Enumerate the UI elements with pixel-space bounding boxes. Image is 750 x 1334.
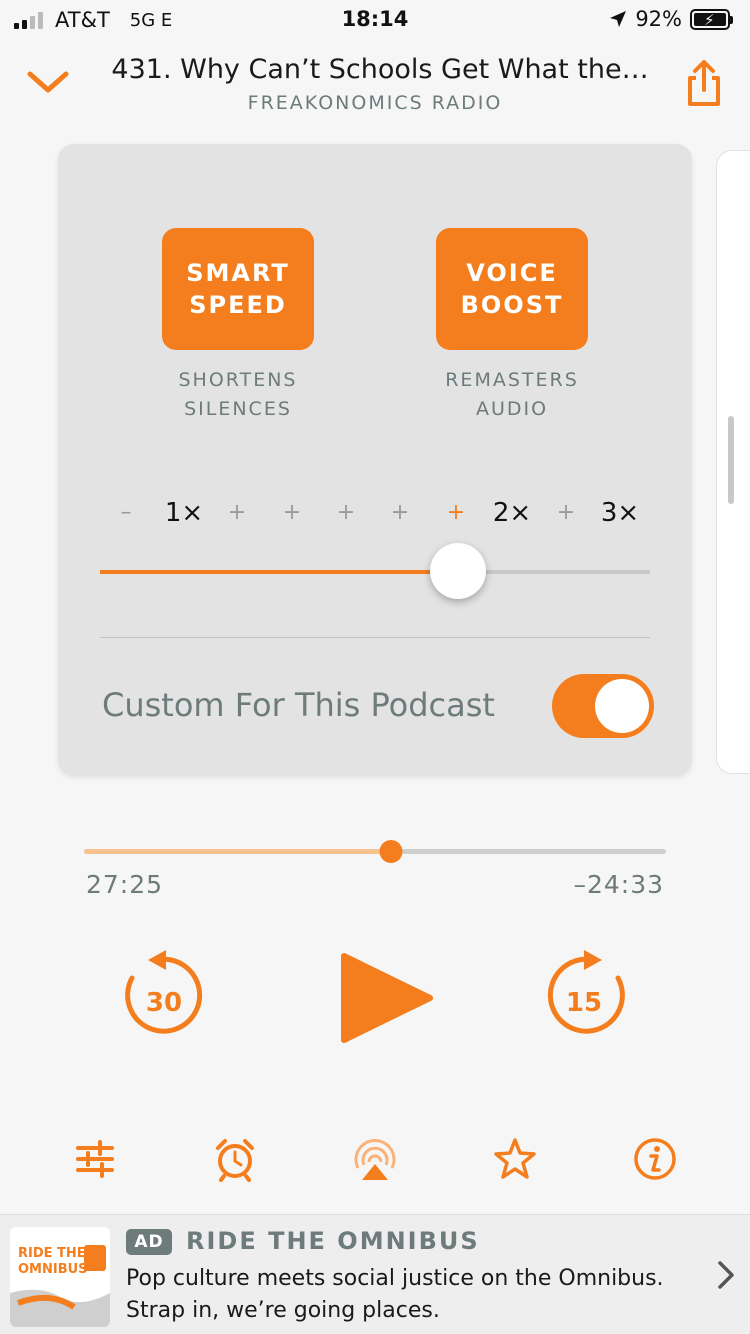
playback-scrubber-knob[interactable] <box>379 840 403 863</box>
ad-badge: AD <box>126 1229 172 1255</box>
ad-banner[interactable]: RIDE THE OMNIBUS AD RIDE THE OMNIBUS Pop… <box>0 1214 750 1334</box>
speed-label-1x[interactable]: 1× <box>165 498 203 528</box>
speed-tick[interactable]: + <box>557 500 575 525</box>
star-icon <box>494 1138 536 1179</box>
episode-title: 431. Why Can’t Schools Get What the… <box>111 54 649 85</box>
smart-speed-button[interactable]: SMART SPEED <box>162 228 314 350</box>
speed-tick[interactable]: + <box>283 500 301 525</box>
airplay-button[interactable] <box>352 1136 398 1182</box>
ad-title: RIDE THE OMNIBUS <box>186 1227 480 1255</box>
smart-speed-caption: SHORTENS SILENCES <box>178 369 298 420</box>
speed-slider-fill <box>100 570 458 574</box>
svg-text:OMNIBUS: OMNIBUS <box>18 1262 88 1277</box>
play-button[interactable] <box>336 950 436 1046</box>
info-icon <box>634 1138 676 1180</box>
battery-percent: 92% <box>635 7 682 31</box>
status-right: 92% ⚡ <box>609 7 733 31</box>
remaining-time: –24:33 <box>573 870 664 899</box>
skip-back-seconds: 30 <box>146 988 182 1018</box>
podcast-name: FREAKONOMICS RADIO <box>247 92 503 114</box>
sleep-timer-button[interactable] <box>212 1136 258 1182</box>
ad-logo: RIDE THE OMNIBUS <box>10 1227 110 1327</box>
ad-body: Pop culture meets social justice on the … <box>126 1266 664 1323</box>
playback-progress-bar[interactable] <box>84 840 666 863</box>
airplay-icon <box>354 1139 396 1180</box>
speed-tick[interactable]: + <box>447 500 465 525</box>
divider <box>100 637 650 638</box>
elapsed-time: 27:25 <box>86 870 164 899</box>
battery-icon: ⚡ <box>690 8 733 30</box>
speed-tick[interactable]: + <box>337 500 355 525</box>
play-icon <box>341 953 433 1043</box>
svg-text:RIDE THE: RIDE THE <box>18 1246 86 1261</box>
voice-boost-button[interactable]: VOICE BOOST <box>436 228 588 350</box>
speed-label-2x[interactable]: 2× <box>493 498 531 528</box>
speed-label-3x[interactable]: 3× <box>601 498 639 528</box>
scroll-indicator <box>728 416 734 504</box>
episode-info-button[interactable] <box>632 1136 678 1182</box>
voice-boost-caption: REMASTERS AUDIO <box>445 369 579 420</box>
sliders-icon <box>76 1140 114 1178</box>
share-icon[interactable] <box>684 58 724 108</box>
status-bar: AT&T 5G E 18:14 92% ⚡ <box>0 0 750 44</box>
speed-tick[interactable]: + <box>391 500 409 525</box>
skip-back-button[interactable]: 30 <box>120 948 212 1044</box>
location-arrow-icon <box>610 11 627 27</box>
favorite-button[interactable] <box>492 1136 538 1182</box>
skip-forward-icon: 15 <box>547 950 625 1034</box>
speed-tick-row: – 1× + + + + +2× +3× <box>0 498 750 536</box>
chevron-right-icon[interactable] <box>716 1257 736 1293</box>
toggle-knob <box>595 679 649 733</box>
speed-slider-knob[interactable] <box>429 543 486 599</box>
now-playing-header: 431. Why Can’t Schools Get What the… FRE… <box>0 48 750 124</box>
playback-progress-fill <box>84 849 391 854</box>
custom-podcast-label: Custom For This Podcast <box>102 686 495 724</box>
speed-slider[interactable] <box>100 543 650 599</box>
speed-tick[interactable]: + <box>228 500 246 525</box>
chevron-down-icon[interactable] <box>26 66 70 96</box>
skip-back-icon: 30 <box>125 950 203 1034</box>
effects-toolbar-button[interactable] <box>72 1136 118 1182</box>
skip-forward-button[interactable]: 15 <box>538 948 630 1044</box>
alarm-clock-icon <box>216 1139 254 1182</box>
skip-forward-seconds: 15 <box>566 988 602 1018</box>
custom-podcast-toggle[interactable] <box>552 674 654 738</box>
speed-tick[interactable]: – <box>121 500 132 525</box>
